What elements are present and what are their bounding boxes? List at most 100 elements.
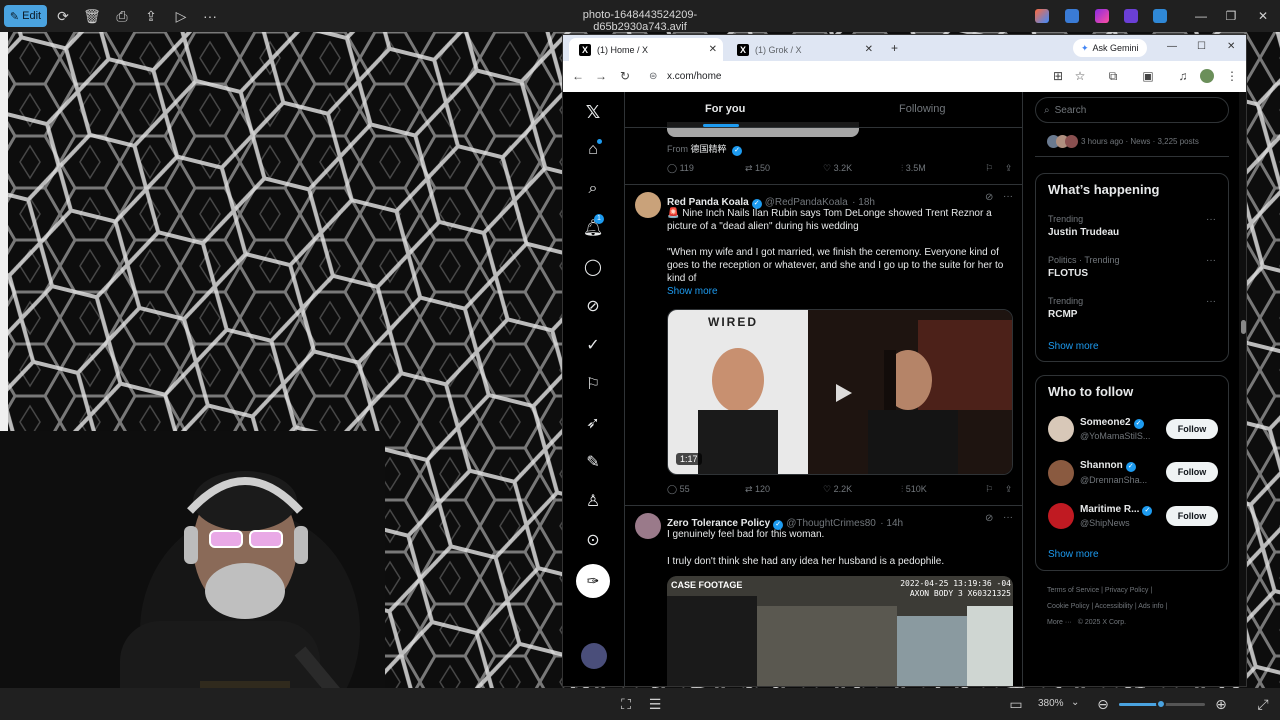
browser-minimize-icon[interactable]: —	[1167, 41, 1177, 52]
print-icon[interactable]: ⎙	[111, 5, 133, 27]
minimize-icon[interactable]: —	[1186, 6, 1216, 26]
reply-button[interactable]: ◯ 119	[667, 163, 694, 174]
onedrive-icon[interactable]	[1153, 9, 1167, 23]
bookmark-star-icon[interactable]: ☆	[1073, 69, 1087, 83]
follow-account-name[interactable]: Someone2 ✓	[1080, 417, 1147, 429]
post-button[interactable]: ✑	[576, 564, 610, 598]
avatar[interactable]	[1048, 460, 1074, 486]
tweet-video[interactable]: CASE FOOTAGE 2022-04-25 13:19:36 -04 AXO…	[667, 576, 1013, 686]
rotate-icon[interactable]: ⟳	[52, 5, 74, 27]
copilot-icon[interactable]	[1035, 9, 1049, 23]
close-icon[interactable]: ✕	[1248, 6, 1278, 26]
slideshow-icon[interactable]: ▷	[170, 5, 192, 27]
clipchamp-icon[interactable]	[1095, 9, 1109, 23]
tweet-more-icon[interactable]: ···	[1003, 191, 1013, 202]
avatar[interactable]	[1048, 416, 1074, 442]
reply-button[interactable]: ◯ 55	[667, 484, 690, 495]
views-button[interactable]: ⫶ 510K	[901, 484, 927, 495]
zoom-in-icon[interactable]: ⊕	[1210, 693, 1232, 715]
profile-icon[interactable]: ♙	[583, 491, 603, 511]
zoom-level[interactable]: 380%	[1038, 698, 1064, 709]
media-control-icon[interactable]: ♫	[1176, 69, 1190, 83]
footer-link[interactable]: Accessibility	[1095, 603, 1133, 610]
avatar[interactable]	[635, 192, 661, 218]
close-tab-icon[interactable]: ✕	[709, 44, 717, 55]
trend-more-icon[interactable]: ···	[1206, 214, 1216, 225]
browser-menu-icon[interactable]: ⋮	[1225, 69, 1239, 83]
info-icon[interactable]: ☰	[644, 693, 666, 715]
reload-icon[interactable]: ↻	[618, 69, 632, 83]
avatar[interactable]	[635, 513, 661, 539]
actual-size-icon[interactable]: ▭	[1005, 693, 1027, 715]
footer-link[interactable]: Cookie Policy	[1047, 603, 1089, 610]
tab-following[interactable]: Following	[899, 103, 945, 115]
footer-link[interactable]: More ···	[1047, 619, 1072, 626]
install-app-icon[interactable]: ⊞	[1051, 69, 1065, 83]
fit-to-window-icon[interactable]: ⛶	[615, 693, 637, 715]
edit-button[interactable]: ✎ Edit	[4, 5, 47, 27]
x-logo-icon[interactable]: 𝕏	[583, 102, 603, 122]
profile-avatar[interactable]	[1200, 69, 1214, 83]
account-avatar[interactable]	[581, 643, 607, 669]
premium-icon[interactable]: ✎	[583, 452, 603, 472]
tab-for-you[interactable]: For you	[705, 103, 745, 115]
more-icon[interactable]: ⊙	[583, 530, 603, 550]
show-more-link[interactable]: Show more	[1048, 341, 1099, 352]
footer-link[interactable]: Privacy Policy	[1105, 587, 1149, 594]
messages-icon[interactable]: ◯	[583, 257, 603, 277]
more-options-icon[interactable]: ···	[199, 5, 221, 27]
browser-maximize-icon[interactable]: ☐	[1197, 41, 1206, 52]
follow-account-name[interactable]: Maritime R... ✓	[1080, 504, 1155, 516]
browser-close-icon[interactable]: ✕	[1227, 41, 1235, 52]
video-editor-icon[interactable]	[1124, 9, 1138, 23]
verified-orgs-icon[interactable]: ✓	[583, 335, 603, 355]
tweet-video[interactable]: WIRED 1:17	[667, 309, 1013, 475]
footer-link[interactable]: Terms of Service	[1047, 587, 1099, 594]
scrollbar-thumb[interactable]	[1241, 320, 1246, 334]
jobs-icon[interactable]: ➶	[583, 413, 603, 433]
trend-more-icon[interactable]: ···	[1206, 255, 1216, 266]
zoom-dropdown-icon[interactable]: ⌄	[1071, 697, 1079, 708]
tab-home[interactable]: X (1) Home / X ✕	[569, 38, 723, 61]
search-icon[interactable]: ⌕	[583, 179, 603, 199]
follow-button[interactable]: Follow	[1166, 419, 1218, 439]
fullscreen-icon[interactable]: ⤢	[1252, 693, 1274, 715]
maximize-icon[interactable]: ❐	[1216, 6, 1246, 26]
zoom-slider[interactable]	[1119, 699, 1205, 709]
scrollbar[interactable]	[1239, 92, 1246, 686]
follow-account-name[interactable]: Shannon ✓	[1080, 460, 1139, 472]
grok-icon[interactable]: ⊘	[583, 296, 603, 316]
zoom-slider-thumb[interactable]	[1156, 699, 1166, 709]
tweet-more-icon[interactable]: ···	[1003, 512, 1013, 523]
back-icon[interactable]: ←	[571, 69, 585, 83]
repost-button[interactable]: ⇄ 150	[745, 163, 770, 174]
follow-button[interactable]: Follow	[1166, 506, 1218, 526]
share-icon[interactable]: ⇪	[140, 5, 162, 27]
extensions-icon[interactable]: ⧉	[1106, 69, 1120, 83]
grok-explain-icon[interactable]: ⊘	[985, 192, 993, 203]
trend-name[interactable]: RCMP	[1048, 309, 1077, 320]
follow-button[interactable]: Follow	[1166, 462, 1218, 482]
bookmarks-icon[interactable]: ⚐	[583, 374, 603, 394]
delete-icon[interactable]: 🗑	[81, 5, 103, 27]
new-tab-icon[interactable]: +	[891, 41, 898, 55]
footer-link[interactable]: Ads info	[1138, 603, 1163, 610]
tab-grok[interactable]: X (1) Grok / X ✕	[727, 38, 879, 61]
trend-name[interactable]: FLOTUS	[1048, 268, 1088, 279]
share-icon[interactable]: ⇪	[1005, 163, 1013, 174]
trend-more-icon[interactable]: ···	[1206, 296, 1216, 307]
from-source[interactable]: 德国精粹	[691, 144, 727, 154]
like-button[interactable]: ♡ 3.2K	[823, 163, 852, 174]
url-field[interactable]: ⊜ x.com/home	[643, 66, 1043, 87]
search-box[interactable]: ⌕ Search	[1035, 97, 1229, 123]
grok-explain-icon[interactable]: ⊘	[985, 513, 993, 524]
avatar[interactable]	[1048, 503, 1074, 529]
show-more-link[interactable]: Show more	[667, 285, 1017, 298]
bookmark-icon[interactable]: ⚐	[985, 484, 993, 495]
share-icon[interactable]: ⇪	[1005, 484, 1013, 495]
forward-icon[interactable]: →	[594, 69, 608, 83]
zoom-out-icon[interactable]: ⊖	[1092, 693, 1114, 715]
like-button[interactable]: ♡ 2.2K	[823, 484, 852, 495]
side-panel-icon[interactable]: ▣	[1141, 69, 1155, 83]
designer-icon[interactable]	[1065, 9, 1079, 23]
